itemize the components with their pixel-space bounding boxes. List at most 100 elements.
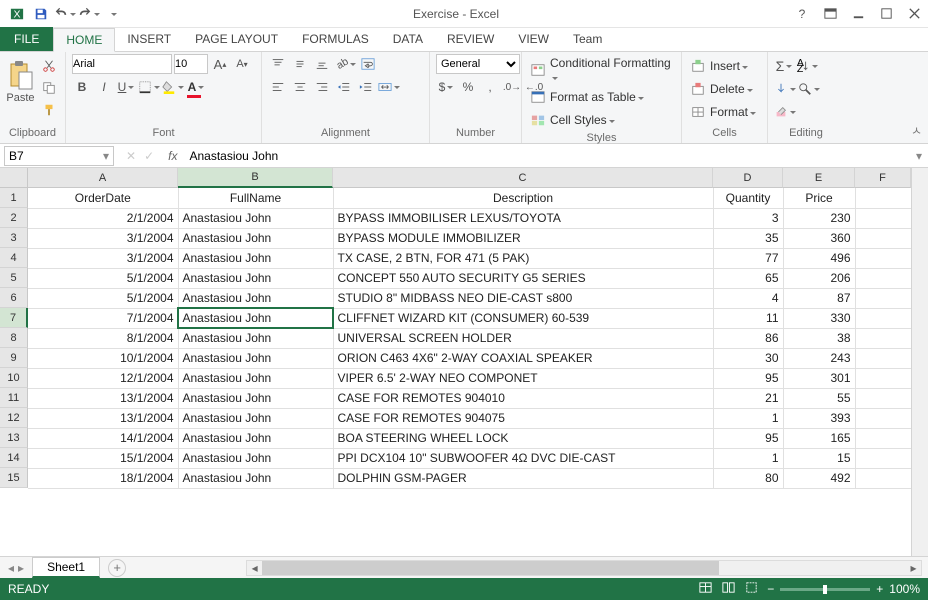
align-center-button[interactable] — [290, 77, 310, 97]
align-bottom-button[interactable] — [312, 54, 332, 74]
sort-filter-button[interactable]: AZ — [796, 56, 818, 76]
increase-decimal-button[interactable]: .0→ — [502, 77, 522, 97]
redo-button[interactable] — [78, 3, 100, 25]
tab-file[interactable]: FILE — [0, 27, 53, 51]
close-button[interactable] — [900, 0, 928, 28]
sheet-nav-next[interactable]: ▸ — [18, 561, 24, 575]
sheet-nav-prev[interactable]: ◂ — [8, 561, 14, 575]
tab-home[interactable]: HOME — [53, 28, 115, 52]
align-left-button[interactable] — [268, 77, 288, 97]
qat-customize[interactable] — [102, 3, 124, 25]
autosum-button[interactable]: Σ — [774, 56, 794, 76]
cell[interactable] — [855, 468, 911, 488]
cell[interactable]: 95 — [713, 368, 783, 388]
cell[interactable]: Anastasiou John — [178, 408, 333, 428]
select-all-corner[interactable] — [0, 168, 28, 188]
cell[interactable]: 230 — [783, 208, 855, 228]
delete-cells-button[interactable]: Delete — [710, 82, 753, 96]
cell[interactable]: Price — [783, 188, 855, 208]
cell[interactable] — [855, 208, 911, 228]
tab-team[interactable]: Team — [561, 27, 614, 51]
cell[interactable] — [855, 388, 911, 408]
conditional-formatting-button[interactable]: Conditional Formatting — [550, 56, 675, 84]
cell[interactable]: 65 — [713, 268, 783, 288]
cell[interactable]: 206 — [783, 268, 855, 288]
align-middle-button[interactable] — [290, 54, 310, 74]
orientation-button[interactable]: ab — [334, 54, 356, 74]
comma-format-button[interactable]: , — [480, 77, 500, 97]
cell[interactable]: 30 — [713, 348, 783, 368]
cell[interactable]: 87 — [783, 288, 855, 308]
grow-font-button[interactable]: A▴ — [210, 54, 230, 74]
fx-icon[interactable]: fx — [162, 149, 183, 163]
cell[interactable]: Anastasiou John — [178, 468, 333, 488]
cell[interactable]: ORION C463 4X6" 2-WAY COAXIAL SPEAKER — [333, 348, 713, 368]
cell[interactable]: Anastasiou John — [178, 388, 333, 408]
cell[interactable]: 301 — [783, 368, 855, 388]
row-header[interactable]: 12 — [0, 408, 28, 428]
help-button[interactable]: ? — [788, 0, 816, 28]
insert-cells-button[interactable]: Insert — [710, 59, 748, 73]
cell[interactable]: 5/1/2004 — [28, 268, 178, 288]
format-cells-button[interactable]: Format — [710, 105, 756, 119]
undo-button[interactable] — [54, 3, 76, 25]
paste-button[interactable]: Paste — [6, 54, 35, 110]
fill-button[interactable] — [774, 79, 796, 99]
cell[interactable]: Quantity — [713, 188, 783, 208]
cell[interactable] — [855, 188, 911, 208]
cell[interactable]: VIPER 6.5' 2-WAY NEO COMPONET — [333, 368, 713, 388]
formula-input[interactable]: Anastasiou John — [183, 149, 910, 163]
expand-formula-bar[interactable]: ▾ — [910, 149, 928, 163]
cell[interactable]: CONCEPT 550 AUTO SECURITY G5 SERIES — [333, 268, 713, 288]
cell[interactable] — [855, 368, 911, 388]
hscroll-right[interactable]: ▸ — [906, 561, 921, 575]
tab-review[interactable]: REVIEW — [435, 27, 506, 51]
underline-button[interactable]: U — [116, 77, 136, 97]
cell[interactable]: 21 — [713, 388, 783, 408]
cell[interactable] — [855, 408, 911, 428]
cell[interactable]: Anastasiou John — [178, 428, 333, 448]
ribbon-display-options[interactable] — [816, 0, 844, 28]
increase-indent-button[interactable] — [356, 77, 376, 97]
save-button[interactable] — [30, 3, 52, 25]
row-header[interactable]: 9 — [0, 348, 28, 368]
column-header-E[interactable]: E — [783, 168, 855, 188]
copy-button[interactable] — [39, 78, 59, 98]
tab-formulas[interactable]: FORMULAS — [290, 27, 381, 51]
row-header[interactable]: 13 — [0, 428, 28, 448]
cell[interactable]: 38 — [783, 328, 855, 348]
cell[interactable]: 243 — [783, 348, 855, 368]
cell[interactable]: 11 — [713, 308, 783, 328]
cell[interactable]: 1 — [713, 448, 783, 468]
zoom-level[interactable]: 100% — [889, 582, 920, 596]
italic-button[interactable]: I — [94, 77, 114, 97]
cell[interactable]: 5/1/2004 — [28, 288, 178, 308]
align-right-button[interactable] — [312, 77, 332, 97]
tab-data[interactable]: DATA — [381, 27, 435, 51]
cancel-edit-button[interactable]: ✕ — [126, 149, 136, 163]
cell[interactable]: Anastasiou John — [178, 268, 333, 288]
cut-button[interactable] — [39, 56, 59, 76]
cell[interactable]: CASE FOR REMOTES 904075 — [333, 408, 713, 428]
cell[interactable]: Anastasiou John — [178, 348, 333, 368]
cell[interactable]: 14/1/2004 — [28, 428, 178, 448]
cell[interactable]: 95 — [713, 428, 783, 448]
view-pagebreak-icon[interactable] — [744, 580, 759, 598]
cell[interactable] — [855, 448, 911, 468]
cell[interactable]: Anastasiou John — [178, 228, 333, 248]
decrease-indent-button[interactable] — [334, 77, 354, 97]
font-size-combo[interactable] — [174, 54, 208, 74]
row-header[interactable]: 4 — [0, 248, 28, 268]
cell[interactable]: 10/1/2004 — [28, 348, 178, 368]
cell[interactable]: Anastasiou John — [178, 448, 333, 468]
cell[interactable] — [855, 268, 911, 288]
font-color-button[interactable]: A — [186, 77, 206, 97]
cell[interactable]: 77 — [713, 248, 783, 268]
row-header[interactable]: 8 — [0, 328, 28, 348]
zoom-out-button[interactable]: − — [767, 582, 774, 596]
zoom-slider[interactable] — [780, 588, 870, 591]
cell[interactable]: 330 — [783, 308, 855, 328]
cell[interactable] — [855, 308, 911, 328]
cell[interactable]: 3/1/2004 — [28, 228, 178, 248]
cell[interactable]: BYPASS MODULE IMMOBILIZER — [333, 228, 713, 248]
